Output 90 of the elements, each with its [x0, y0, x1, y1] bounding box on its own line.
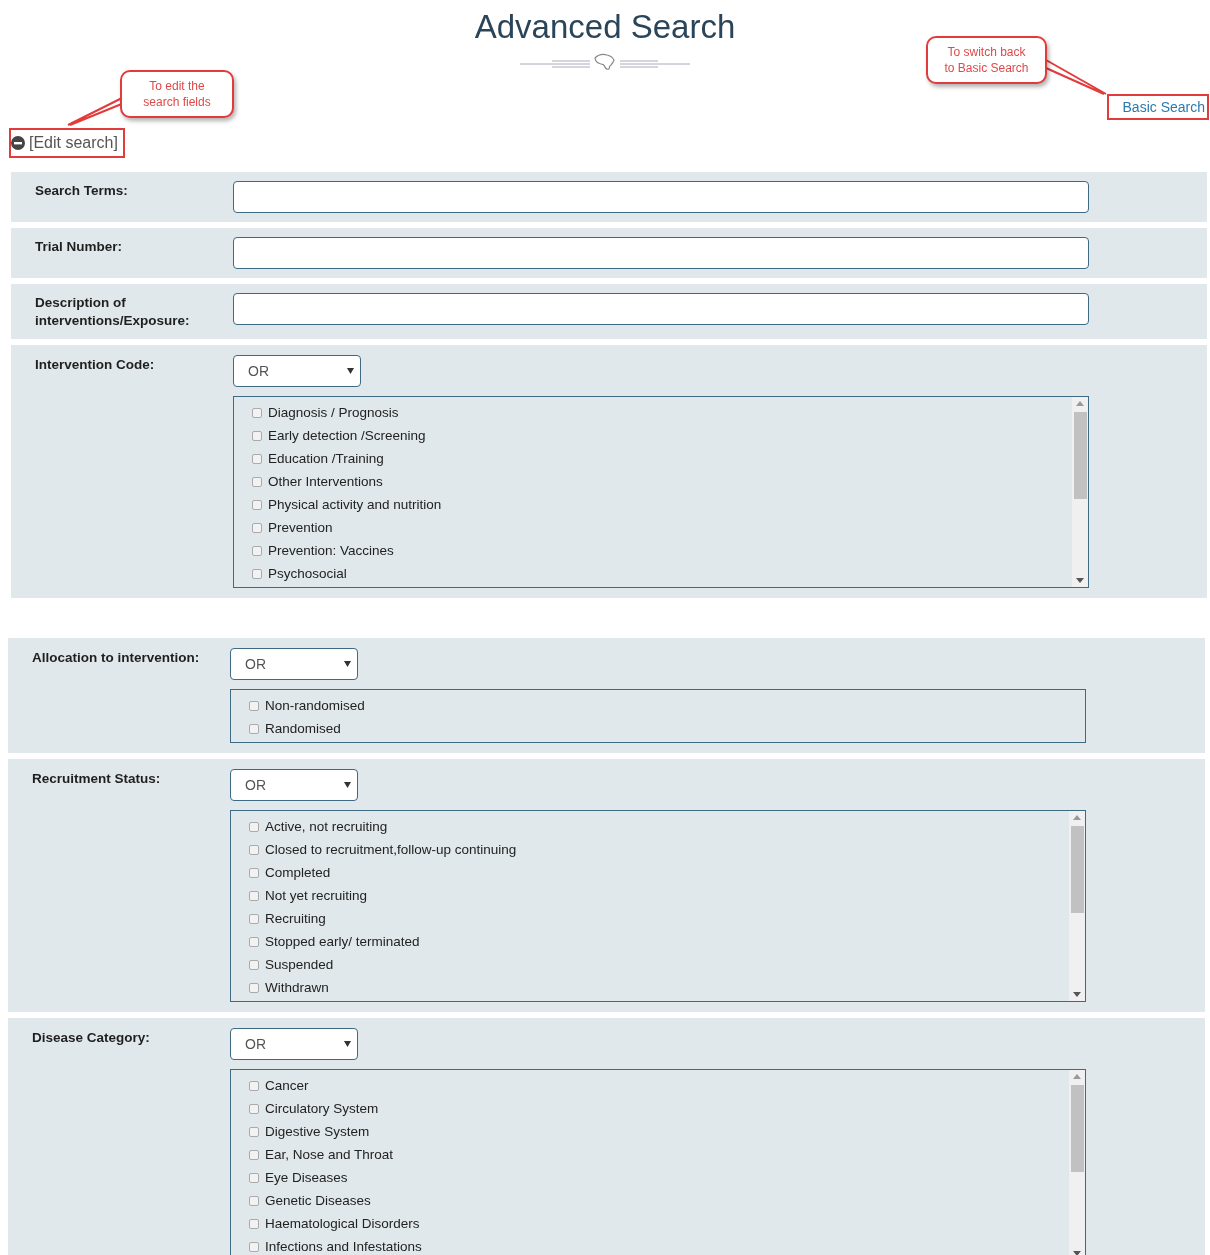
- checkbox-option[interactable]: Digestive System: [249, 1120, 1069, 1143]
- checkbox[interactable]: [252, 522, 262, 533]
- checkbox-option[interactable]: Cancer: [249, 1074, 1069, 1097]
- checkbox[interactable]: [252, 430, 262, 441]
- input-field[interactable]: [233, 237, 1089, 269]
- field-label: Recruitment Status:: [32, 770, 162, 788]
- scroll-up-icon[interactable]: [1073, 815, 1081, 820]
- checkbox-option[interactable]: Other Interventions: [252, 470, 1072, 493]
- scroll-thumb[interactable]: [1073, 412, 1087, 499]
- collapse-icon: [11, 136, 25, 150]
- checkbox-option[interactable]: Active, not recruiting: [249, 815, 1069, 838]
- checkbox-option[interactable]: Withdrawn: [249, 976, 1069, 999]
- checkbox[interactable]: [249, 723, 259, 734]
- checkbox-option[interactable]: Recruiting: [249, 907, 1069, 930]
- checkbox-option[interactable]: Circulatory System: [249, 1097, 1069, 1120]
- checkbox-option[interactable]: Randomised: [249, 717, 1085, 740]
- checkbox-option[interactable]: Eye Diseases: [249, 1166, 1069, 1189]
- checkbox-option[interactable]: Ear, Nose and Throat: [249, 1143, 1069, 1166]
- field-label: Disease Category:: [32, 1029, 151, 1047]
- checkbox-option[interactable]: Not yet recruiting: [249, 884, 1069, 907]
- checkbox[interactable]: [252, 568, 262, 579]
- checkbox-option[interactable]: Stopped early/ terminated: [249, 930, 1069, 953]
- checkbox[interactable]: [249, 700, 259, 711]
- checkbox[interactable]: [252, 476, 262, 487]
- checkbox[interactable]: [249, 959, 259, 970]
- scroll-thumb[interactable]: [1070, 826, 1084, 913]
- checkbox-option[interactable]: Psychosocial: [252, 562, 1072, 585]
- checkbox[interactable]: [249, 867, 259, 878]
- field-label: Trial Number:: [35, 238, 124, 256]
- scroll-down-icon[interactable]: [1076, 578, 1084, 583]
- caret-icon: [344, 661, 351, 667]
- checkbox[interactable]: [249, 1218, 259, 1229]
- annotation-callout: To switch back to Basic Search: [926, 36, 1047, 84]
- checkbox[interactable]: [252, 453, 262, 464]
- checkbox[interactable]: [249, 1172, 259, 1183]
- caret-icon: [347, 368, 354, 374]
- checkbox[interactable]: [252, 499, 262, 510]
- basic-search-link[interactable]: Basic Search: [1106, 94, 1209, 120]
- checkbox-option[interactable]: Early detection /Screening: [252, 424, 1072, 447]
- checkbox[interactable]: [249, 1241, 259, 1252]
- checkbox-option[interactable]: Non-randomised: [249, 694, 1085, 717]
- checkbox-option[interactable]: Closed to recruitment,follow-up continuing: [249, 838, 1069, 861]
- checkbox-option[interactable]: Diagnosis / Prognosis: [252, 401, 1072, 424]
- annotation-callout: To edit the search fields: [120, 70, 234, 118]
- checkbox[interactable]: [249, 913, 259, 924]
- scrollbar[interactable]: [1069, 1070, 1085, 1255]
- checkbox-option[interactable]: Physical activity and nutrition: [252, 493, 1072, 516]
- checkbox[interactable]: [252, 545, 262, 556]
- leader-line: [1044, 58, 1108, 96]
- scroll-down-icon[interactable]: [1073, 1251, 1081, 1255]
- caret-icon: [344, 782, 351, 788]
- caret-icon: [344, 1041, 351, 1047]
- checkbox-option[interactable]: Prevention: [252, 516, 1072, 539]
- edit-search-label: [Edit search]: [29, 134, 118, 152]
- checkbox[interactable]: [249, 890, 259, 901]
- checkbox[interactable]: [249, 821, 259, 832]
- input-field[interactable]: [233, 293, 1089, 325]
- checkbox[interactable]: [249, 1080, 259, 1091]
- scrollbar[interactable]: [1069, 811, 1085, 1001]
- checkbox-option[interactable]: Haematological Disorders: [249, 1212, 1069, 1235]
- field-label: Allocation to intervention:: [32, 649, 201, 667]
- field-label: Description of interventions/Exposure:: [35, 294, 191, 330]
- operator-select[interactable]: OR: [230, 1028, 358, 1060]
- operator-select[interactable]: OR: [230, 769, 358, 801]
- checkbox-option[interactable]: Genetic Diseases: [249, 1189, 1069, 1212]
- field-label: Intervention Code:: [35, 356, 156, 374]
- checkbox[interactable]: [249, 1126, 259, 1137]
- checkbox[interactable]: [249, 1195, 259, 1206]
- checkbox[interactable]: [252, 407, 262, 418]
- operator-select[interactable]: OR: [230, 648, 358, 680]
- checkbox-option[interactable]: Suspended: [249, 953, 1069, 976]
- checkbox-option[interactable]: Education /Training: [252, 447, 1072, 470]
- checkbox[interactable]: [249, 936, 259, 947]
- checkbox[interactable]: [249, 1149, 259, 1160]
- scrollbar[interactable]: [1072, 397, 1088, 587]
- input-field[interactable]: [233, 181, 1089, 213]
- scroll-thumb[interactable]: [1070, 1085, 1084, 1172]
- checkbox[interactable]: [249, 844, 259, 855]
- operator-select[interactable]: OR: [233, 355, 361, 387]
- scroll-up-icon[interactable]: [1073, 1074, 1081, 1079]
- checkbox[interactable]: [249, 1103, 259, 1114]
- checkbox-option[interactable]: Prevention: Vaccines: [252, 539, 1072, 562]
- page-title: Advanced Search: [473, 7, 737, 46]
- checkbox[interactable]: [249, 982, 259, 993]
- scroll-down-icon[interactable]: [1073, 992, 1081, 997]
- field-label: Search Terms:: [35, 182, 129, 200]
- edit-search-link[interactable]: [Edit search]: [9, 128, 125, 158]
- checkbox-option[interactable]: Completed: [249, 861, 1069, 884]
- checkbox-option[interactable]: Infections and Infestations: [249, 1235, 1069, 1255]
- scroll-up-icon[interactable]: [1076, 401, 1084, 406]
